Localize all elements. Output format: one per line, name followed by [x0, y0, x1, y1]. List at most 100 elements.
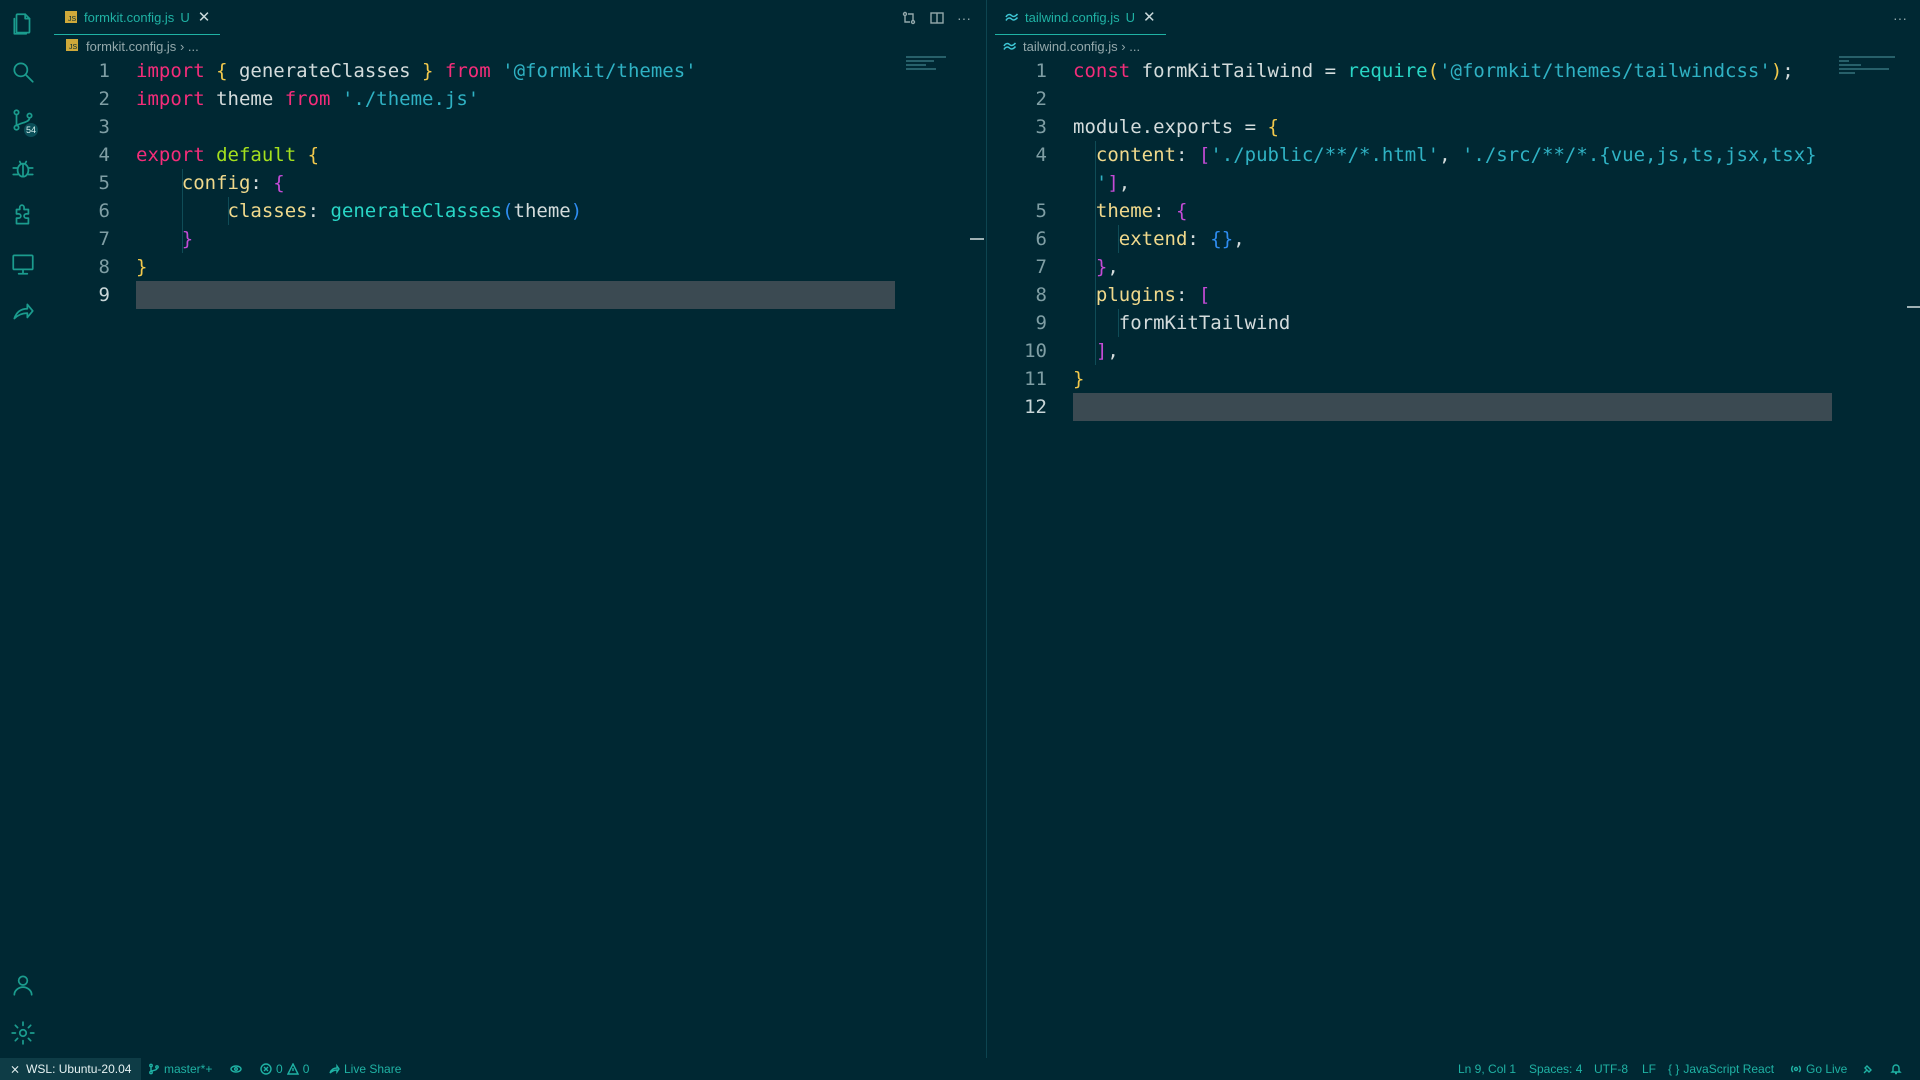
line-number: 2 — [1035, 88, 1047, 110]
language-mode-item[interactable]: { } JavaScript React — [1668, 1058, 1774, 1080]
settings-gear-icon[interactable] — [0, 1010, 46, 1056]
line-content: classes: generateClasses(theme) — [136, 197, 583, 225]
code-token: : — [1175, 284, 1199, 306]
code-token: } — [422, 60, 434, 82]
error-count: 0 — [276, 1062, 283, 1076]
editor-actions: ··· — [1893, 0, 1907, 35]
code-token: './public/**/*.html' — [1210, 144, 1440, 166]
line-number: 6 — [1035, 228, 1047, 250]
tailwind-file-icon — [1003, 39, 1017, 53]
code-token: : — [250, 172, 274, 194]
svg-text:JS: JS — [68, 16, 77, 23]
code-token: require — [1347, 60, 1428, 82]
code-token: { — [307, 144, 320, 166]
code-token: : — [307, 200, 331, 222]
line-content: } — [136, 253, 147, 281]
search-icon[interactable] — [0, 49, 46, 95]
line-number: 4 — [1035, 144, 1047, 166]
close-tab-icon[interactable]: ✕ — [1143, 8, 1156, 26]
tab-tailwind-config[interactable]: tailwind.config.js U ✕ — [995, 0, 1166, 35]
breadcrumb-rest[interactable]: › ... — [1121, 39, 1140, 54]
encoding-item[interactable]: UTF-8 — [1594, 1058, 1628, 1080]
line-content: formKitTailwind — [1073, 309, 1291, 337]
breadcrumb-file[interactable]: formkit.config.js — [86, 39, 176, 54]
code-token: theme — [204, 88, 285, 110]
live-share-item[interactable]: Live Share — [328, 1058, 401, 1080]
line-content: extend: {}, — [1073, 225, 1245, 253]
line-content: content: ['./public/**/*.html', './src/*… — [1073, 141, 1817, 169]
minimap-right[interactable] — [1839, 56, 1905, 76]
line-content: ], — [1073, 337, 1119, 365]
branch-icon — [149, 1063, 159, 1075]
editor-group-left: JS formkit.config.js U ✕ ··· JS formkit.… — [46, 0, 986, 1058]
bell-icon — [1890, 1064, 1902, 1075]
remote-icon: ⨯ — [10, 1062, 21, 1076]
live-share-icon — [329, 1063, 340, 1075]
code-editor-right[interactable]: 1 const formKitTailwind = require('@formk… — [987, 57, 1907, 1057]
cursor-position[interactable]: Ln 9, Col 1 — [1458, 1058, 1516, 1080]
code-token: formKitTailwind = — [1130, 60, 1348, 82]
source-control-badge: 54 — [24, 123, 39, 137]
line-number: 1 — [1035, 60, 1047, 82]
code-token: [ — [1198, 284, 1211, 306]
branch-item[interactable]: master*+ — [148, 1058, 212, 1080]
code-token: ) — [570, 200, 583, 222]
breadcrumb-rest[interactable]: › ... — [180, 39, 199, 54]
go-live-item[interactable]: Go Live — [1790, 1058, 1847, 1080]
code-token: , — [1233, 228, 1245, 250]
account-icon[interactable] — [0, 962, 46, 1008]
remote-indicator[interactable]: ⨯ WSL: Ubuntu-20.04 — [0, 1058, 142, 1080]
breadcrumb-file[interactable]: tailwind.config.js — [1023, 39, 1118, 54]
braces-icon: { } — [1668, 1062, 1680, 1076]
notifications-item[interactable] — [1890, 1058, 1902, 1080]
code-token: classes — [227, 200, 308, 222]
more-actions-icon[interactable]: ··· — [957, 10, 971, 26]
live-share-icon[interactable] — [0, 289, 46, 335]
minimap-left[interactable] — [906, 56, 972, 76]
line-content: plugins: [ — [1073, 281, 1210, 309]
code-token: './theme.js' — [341, 88, 480, 110]
more-actions-icon[interactable]: ··· — [1893, 10, 1907, 26]
feedback-item[interactable] — [1862, 1058, 1874, 1080]
source-control-icon[interactable]: 54 — [0, 97, 46, 143]
line-number: 1 — [98, 60, 110, 82]
remote-label: WSL: Ubuntu-20.04 — [26, 1062, 132, 1076]
code-token: : — [1187, 228, 1211, 250]
close-tab-icon[interactable]: ✕ — [198, 8, 211, 26]
line-number: 4 — [98, 144, 110, 166]
line-content: config: { — [136, 169, 285, 197]
indentation-item[interactable]: Spaces: 4 — [1529, 1058, 1582, 1080]
problems-item[interactable]: 0 0 — [260, 1058, 309, 1080]
untracked-flag: U — [1125, 9, 1136, 25]
split-editor-icon[interactable] — [929, 10, 945, 26]
explorer-icon[interactable] — [0, 1, 46, 47]
warning-icon — [286, 1063, 299, 1075]
line-content: }, — [1073, 253, 1119, 281]
warning-count: 0 — [302, 1062, 310, 1076]
line-content: export default { — [136, 141, 319, 169]
remote-explorer-icon[interactable] — [0, 241, 46, 287]
eol-item[interactable]: LF — [1642, 1058, 1656, 1080]
code-token: ) — [1770, 60, 1783, 82]
code-token: { — [1175, 200, 1188, 222]
tab-formkit-config[interactable]: JS formkit.config.js U ✕ — [54, 0, 221, 35]
line-content: } — [136, 225, 193, 253]
tab-bar: tailwind.config.js U ✕ ··· — [987, 0, 1920, 35]
compare-changes-icon[interactable] — [901, 10, 917, 26]
sync-item[interactable] — [230, 1058, 242, 1080]
error-icon — [260, 1063, 272, 1075]
code-token: from — [284, 88, 331, 110]
debug-icon[interactable] — [0, 145, 46, 191]
code-token: } — [181, 228, 194, 250]
editor-group-right: tailwind.config.js U ✕ ··· tailwind.conf… — [986, 0, 1920, 1058]
code-token: ; — [1782, 60, 1794, 82]
code-editor-left[interactable]: 1 import { generateClasses } from '@formk… — [46, 57, 976, 1057]
code-token: '@formkit/themes/tailwindcss' — [1439, 60, 1771, 82]
code-token: '@formkit/themes' — [502, 60, 697, 82]
extensions-icon[interactable] — [0, 193, 46, 239]
